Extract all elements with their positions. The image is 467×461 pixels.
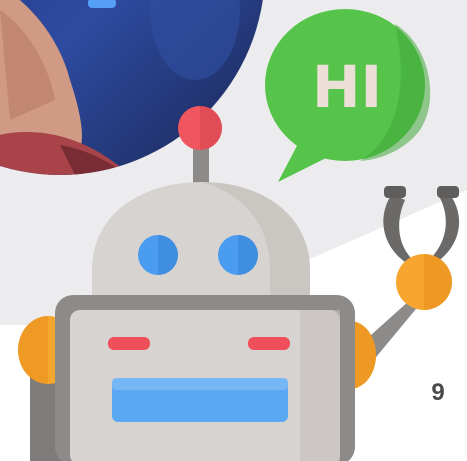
antenna <box>178 106 222 192</box>
slide-canvas: HI 9 <box>0 0 467 461</box>
robot-cheek-left <box>108 337 150 350</box>
page-number: 9 <box>431 379 445 406</box>
robot-cheek-right <box>248 337 290 350</box>
speech-bubble-text: HI <box>312 53 382 121</box>
robot-illustration: HI <box>0 0 460 461</box>
robot-body <box>55 295 355 461</box>
speech-bubble-icon: HI <box>265 9 431 182</box>
robot-head <box>92 182 310 305</box>
person-photo <box>0 0 265 175</box>
